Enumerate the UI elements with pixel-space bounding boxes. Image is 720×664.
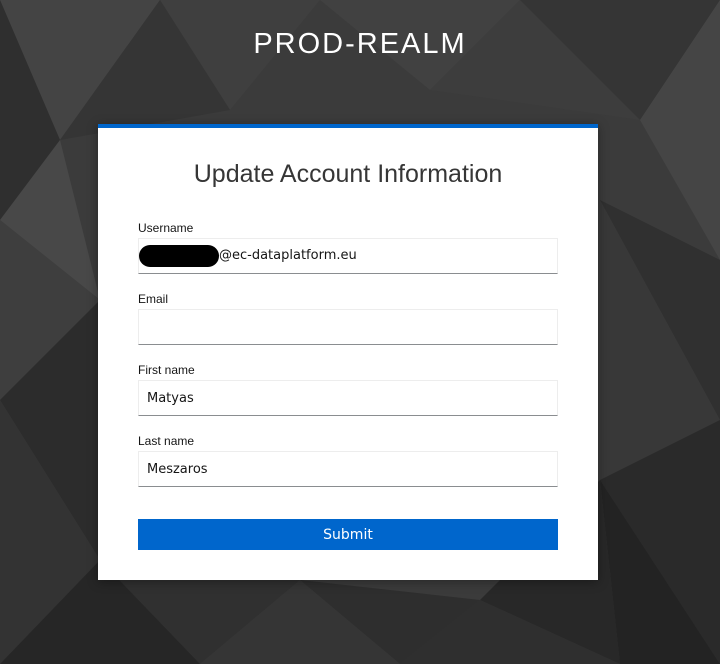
last-name-field-group: Last name (138, 433, 558, 487)
email-label: Email (138, 292, 169, 306)
first-name-field-group: First name (138, 362, 558, 416)
update-account-card: Update Account Information Username @ec-… (98, 124, 598, 580)
email-input-box (138, 309, 558, 345)
redaction-mark (139, 245, 219, 267)
email-field-group: Email (138, 291, 558, 345)
username-field-group: Username @ec-dataplatform.eu (138, 220, 558, 274)
last-name-label: Last name (138, 434, 195, 448)
first-name-input-box (138, 380, 558, 416)
last-name-input-box (138, 451, 558, 487)
realm-title: PROD-REALM (253, 28, 467, 60)
username-input[interactable]: @ec-dataplatform.eu (138, 238, 558, 274)
username-label: Username (138, 221, 194, 235)
submit-button[interactable]: Submit (138, 519, 558, 550)
form-title: Update Account Information (193, 160, 503, 188)
first-name-input[interactable] (139, 381, 557, 415)
username-value: @ec-dataplatform.eu (219, 248, 357, 263)
email-input[interactable] (139, 310, 557, 344)
first-name-label: First name (138, 363, 195, 377)
last-name-input[interactable] (139, 452, 557, 486)
